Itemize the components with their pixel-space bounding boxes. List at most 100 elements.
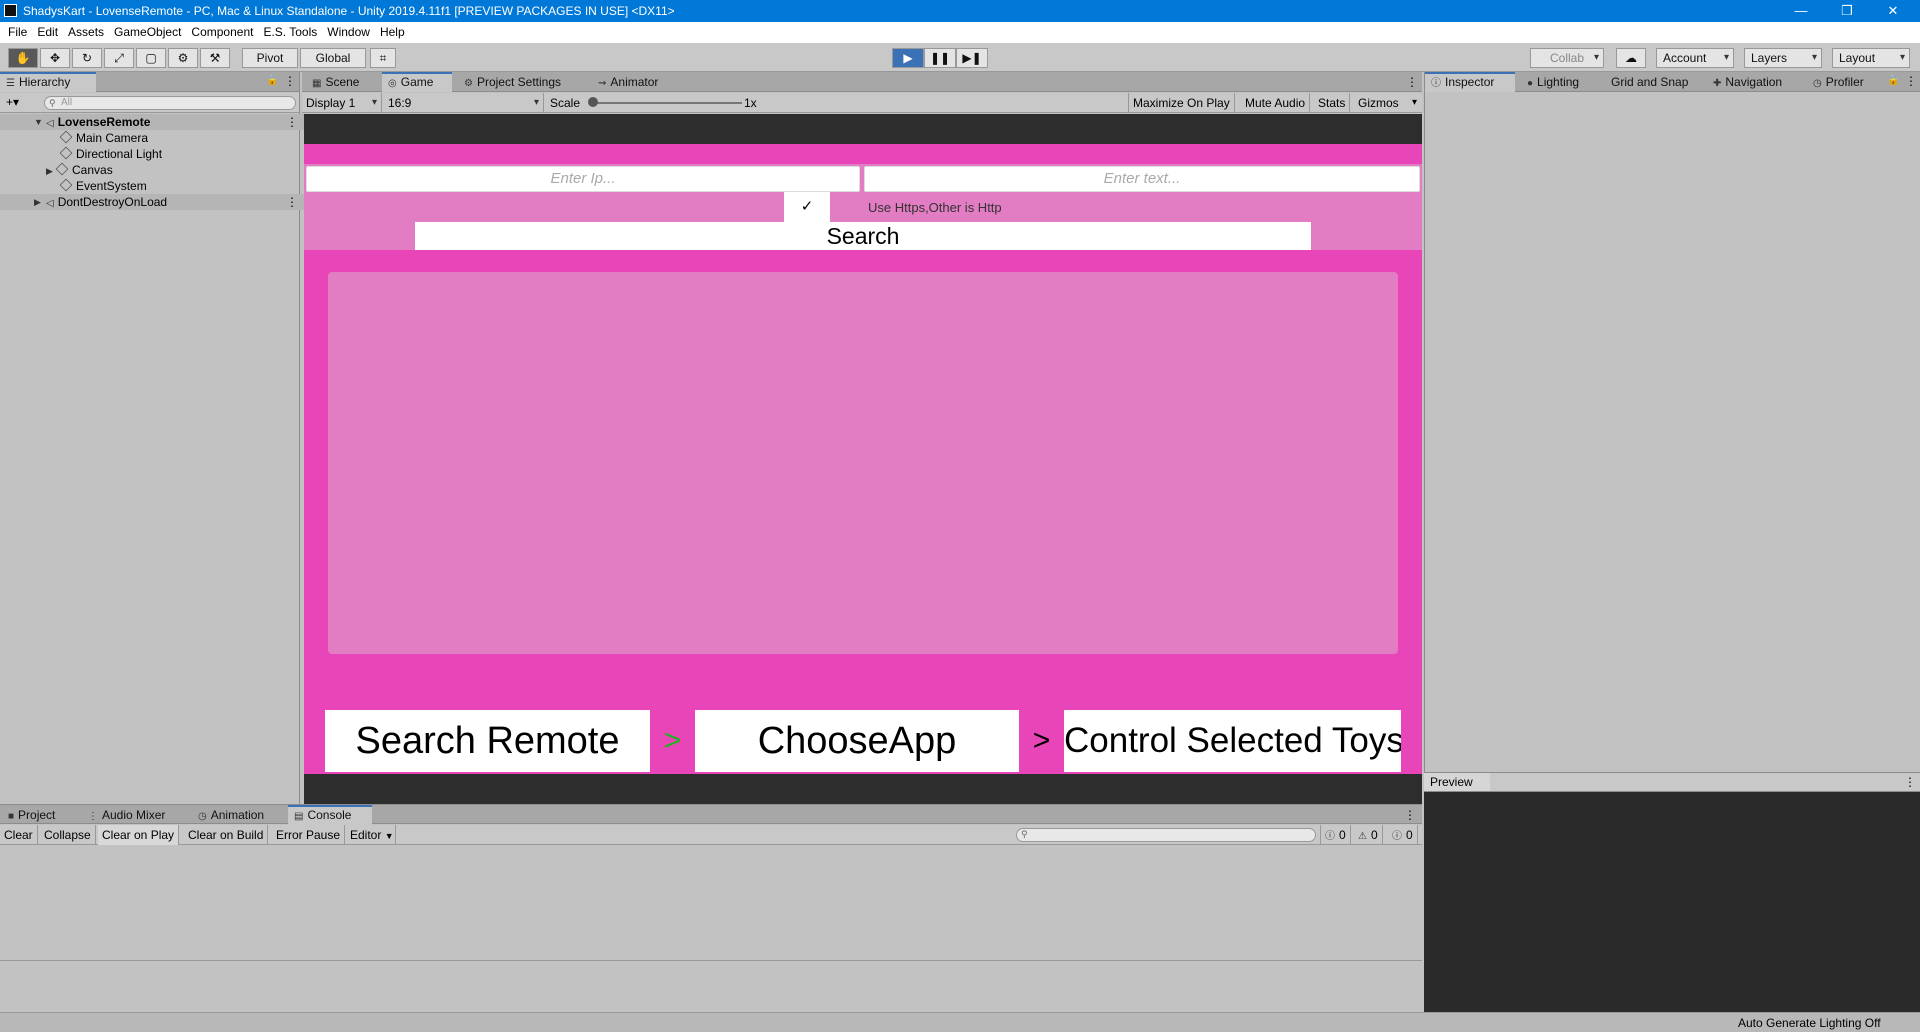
close-button[interactable]: ✕ — [1870, 0, 1916, 22]
tab-lighting[interactable]: ● Lighting — [1521, 72, 1585, 92]
menu-gameobject[interactable]: GameObject — [109, 22, 186, 43]
tab-project[interactable]: ■ Project — [2, 805, 61, 825]
maximize-on-play-toggle[interactable]: Maximize On Play — [1128, 93, 1235, 113]
results-panel[interactable] — [328, 272, 1398, 654]
collapse-button[interactable]: Collapse — [40, 825, 96, 845]
scale-slider-handle[interactable] — [588, 97, 598, 107]
clear-on-build-button[interactable]: Clear on Build — [184, 825, 269, 845]
hand-tool-icon[interactable]: ✋ — [8, 48, 38, 68]
warning-toggle[interactable]: ⚠ 0 — [1354, 825, 1383, 845]
tab-animation[interactable]: ◷ Animation — [192, 805, 270, 825]
hierarchy-scene-row[interactable]: ▶ ◁ DontDestroyOnLoad ⋮ — [0, 194, 333, 210]
scale-slider-track[interactable] — [592, 102, 742, 104]
scale-tool-icon[interactable]: ⤢ — [104, 48, 134, 68]
navigation-icon: ✚ — [1713, 78, 1722, 89]
tab-console[interactable]: ▤ Console — [288, 805, 372, 825]
global-toggle[interactable]: Global — [300, 48, 366, 68]
editor-dropdown[interactable]: Editor ▼ — [346, 825, 396, 845]
info-icon: ⓘ — [1325, 831, 1335, 842]
info-toggle[interactable]: ⓘ 0 — [1320, 825, 1351, 845]
play-button[interactable]: ▶ — [892, 48, 924, 68]
kebab-menu-icon[interactable]: ⋮ — [1404, 808, 1416, 822]
expand-arrow-icon[interactable]: ▶ — [34, 194, 44, 210]
menu-component[interactable]: Component — [186, 22, 258, 43]
item-label: Main Camera — [76, 131, 149, 145]
tab-scene[interactable]: ▦ Scene — [306, 72, 365, 92]
https-checkbox[interactable]: ✓ — [784, 192, 830, 222]
kebab-menu-icon[interactable]: ⋮ — [284, 74, 296, 88]
search-button[interactable]: Search — [415, 222, 1311, 250]
tab-inspector[interactable]: ⓘ Inspector — [1425, 72, 1515, 92]
hierarchy-search-input[interactable]: ⚲ All — [44, 96, 296, 110]
expand-arrow-icon[interactable]: ▶ — [46, 163, 56, 179]
layout-dropdown[interactable]: Layout — [1832, 48, 1910, 68]
aspect-dropdown[interactable]: 16:9 — [384, 93, 544, 113]
tab-game[interactable]: ◎ Game — [382, 72, 452, 92]
tab-navigation[interactable]: ✚ Navigation — [1707, 72, 1788, 92]
display-dropdown[interactable]: Display 1 — [302, 93, 382, 113]
lock-icon[interactable]: 🔒 — [1887, 75, 1899, 86]
console-log-area[interactable] — [0, 846, 1422, 961]
console-search-input[interactable]: ⚲ — [1016, 828, 1316, 842]
menu-window[interactable]: Window — [322, 22, 375, 43]
collab-dropdown[interactable]: Collab — [1530, 48, 1604, 68]
ip-input[interactable]: Enter Ip... — [306, 166, 860, 192]
search-remote-button[interactable]: Search Remote — [325, 710, 650, 772]
kebab-menu-icon[interactable]: ⋮ — [1904, 775, 1916, 789]
menu-file[interactable]: File — [3, 22, 32, 43]
preview-label: Preview — [1424, 773, 1490, 791]
tab-hierarchy[interactable]: ☰ Hierarchy — [0, 72, 96, 92]
clear-on-play-button[interactable]: Clear on Play — [98, 825, 180, 845]
center-tabbar: ▦ Scene ◎ Game ⚙ Project Settings ⇝ Animator… — [302, 72, 1422, 92]
choose-app-button[interactable]: ChooseApp — [695, 710, 1019, 772]
error-pause-button[interactable]: Error Pause — [272, 825, 346, 845]
expand-arrow-icon[interactable]: ▼ — [34, 114, 44, 130]
clear-button[interactable]: Clear — [0, 825, 38, 845]
hierarchy-item[interactable]: Main Camera — [59, 130, 149, 146]
lock-icon[interactable]: 🔒 — [266, 75, 278, 86]
kebab-menu-icon[interactable]: ⋮ — [1905, 74, 1917, 88]
hierarchy-item[interactable]: Directional Light — [59, 146, 162, 162]
menu-assets[interactable]: Assets — [63, 22, 109, 43]
mute-audio-toggle[interactable]: Mute Audio — [1241, 93, 1311, 113]
list-icon: ☰ — [6, 78, 15, 89]
tab-audio-mixer[interactable]: ⋮ Audio Mixer — [82, 805, 171, 825]
layers-dropdown[interactable]: Layers — [1744, 48, 1822, 68]
pivot-toggle[interactable]: Pivot — [242, 48, 298, 68]
account-dropdown[interactable]: Account — [1656, 48, 1734, 68]
rect-tool-icon[interactable]: ▢ — [136, 48, 166, 68]
scene-menu-icon[interactable]: ⋮ — [286, 194, 298, 210]
custom-tool-icon[interactable]: ⚒ — [200, 48, 230, 68]
scene-menu-icon[interactable]: ⋮ — [286, 114, 298, 130]
hierarchy-scene-row[interactable]: ▼ ◁ LovenseRemote ⋮ — [0, 114, 333, 130]
add-button[interactable]: +▾ — [6, 95, 19, 109]
gizmos-dropdown[interactable]: Gizmos ▾ — [1354, 93, 1422, 113]
control-selected-toys-button[interactable]: Control Selected Toys — [1064, 710, 1401, 772]
tab-profiler[interactable]: ◷ Profiler — [1807, 72, 1870, 92]
menu-edit[interactable]: Edit — [32, 22, 63, 43]
menu-es-tools[interactable]: E.S. Tools — [258, 22, 322, 43]
step-button[interactable]: ▶❚ — [956, 48, 988, 68]
tab-grid-and-snap[interactable]: Grid and Snap — [1605, 72, 1694, 92]
console-detail-area[interactable] — [0, 962, 1422, 1012]
error-toggle[interactable]: ⓘ 0 — [1388, 825, 1418, 845]
text-input[interactable]: Enter text... — [864, 166, 1420, 192]
tab-project-label: Project — [18, 808, 56, 822]
move-tool-icon[interactable]: ✥ — [40, 48, 70, 68]
tab-project-settings[interactable]: ⚙ Project Settings — [458, 72, 567, 92]
transform-tool-icon[interactable]: ⚙ — [168, 48, 198, 68]
console-toolbar: Clear Collapse Clear on Play Clear on Bu… — [0, 825, 1422, 845]
hierarchy-item[interactable]: EventSystem — [59, 178, 147, 194]
pause-button[interactable]: ❚❚ — [924, 48, 956, 68]
restore-button[interactable]: ❐ — [1824, 0, 1870, 22]
grid-snap-icon[interactable]: ⌗ — [370, 48, 396, 68]
kebab-menu-icon[interactable]: ⋮ — [1406, 75, 1418, 89]
cloud-icon[interactable]: ☁ — [1616, 48, 1646, 68]
tab-animator[interactable]: ⇝ Animator — [592, 72, 664, 92]
hierarchy-item[interactable]: ▶ Canvas — [46, 162, 113, 178]
menu-help[interactable]: Help — [375, 22, 410, 43]
stats-toggle[interactable]: Stats — [1314, 93, 1351, 113]
rotate-tool-icon[interactable]: ↻ — [72, 48, 102, 68]
minimize-button[interactable]: — — [1778, 0, 1824, 22]
tab-grid-and-snap-label: Grid and Snap — [1611, 75, 1689, 89]
